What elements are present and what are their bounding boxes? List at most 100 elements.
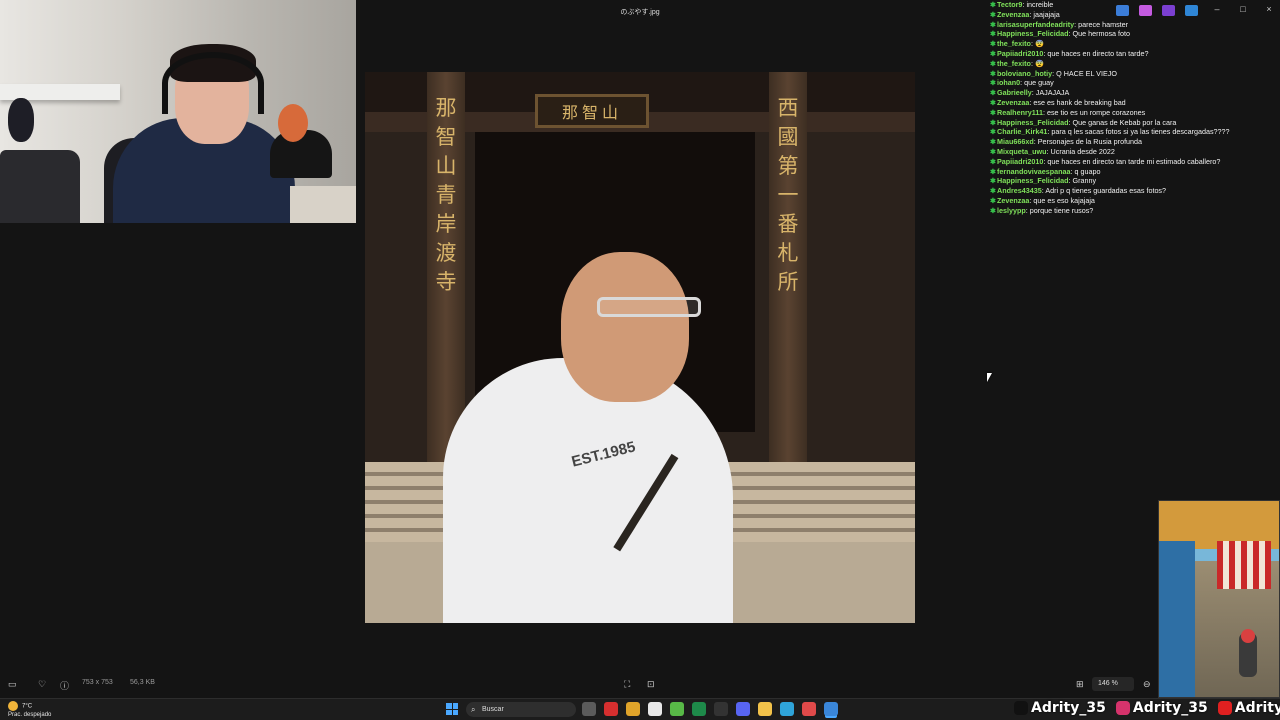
stream-chat: ✱Tector9: increible ✱Zevenzaa: jaajajaja ✱…: [990, 0, 1270, 216]
task-view-icon[interactable]: [582, 702, 596, 716]
chat-text: Ucrania desde 2022: [1050, 146, 1115, 156]
chat-text: Granny: [1072, 176, 1097, 186]
folder-icon[interactable]: [758, 702, 772, 716]
chat-text: Que hermosa foto: [1072, 29, 1131, 39]
chat-username[interactable]: Andres43435: [997, 186, 1042, 195]
zoom-out-icon[interactable]: ⊖: [1143, 679, 1151, 690]
social-youtube: Adrity35: [1217, 700, 1280, 716]
start-button[interactable]: [446, 703, 458, 715]
chat-username[interactable]: Tector9: [997, 0, 1022, 9]
weather-widget[interactable]: 7°C Prac. despejado: [8, 701, 51, 719]
search-placeholder: Buscar: [482, 706, 504, 713]
chat-message: ✱the_fexito: 😨: [990, 59, 1270, 69]
glasses: [597, 297, 701, 317]
fit-icon[interactable]: ⊡: [647, 679, 655, 690]
chat-username[interactable]: Papiiadri2010: [997, 49, 1043, 58]
left-column-text: 那智山青岸渡寺: [435, 96, 457, 294]
chat-text: jaajajaja: [1033, 9, 1060, 19]
capcut-icon[interactable]: [714, 702, 728, 716]
chat-username[interactable]: Happiness_Felicidad: [997, 29, 1069, 38]
mouse-cursor: [987, 373, 992, 382]
chat-text: que es eso kajajaja: [1033, 195, 1095, 205]
photo-viewer-window: のぶやす.jpg – □ × 那智山 那智山青岸渡寺 西國第一番札所 EST.1…: [0, 0, 1280, 698]
file-icon[interactable]: [648, 702, 662, 716]
person-face: [561, 252, 689, 402]
chat-username[interactable]: iohan0: [997, 78, 1020, 87]
tiktok-icon: [1014, 701, 1028, 715]
fullscreen-icon[interactable]: ⛶: [624, 679, 630, 690]
chat-text: q guapo: [1074, 166, 1101, 176]
headset: [162, 52, 264, 114]
chat-username[interactable]: Happiness_Felicidad: [997, 118, 1069, 127]
chat-text: ese tio es un rompe corazones: [1046, 107, 1146, 117]
image-dimensions: 753 x 753: [82, 679, 113, 686]
chat-username[interactable]: the_fexito: [997, 39, 1031, 48]
chair: [0, 150, 80, 223]
chat-message: ✱Happiness_Felicidad: Que ganas de Kebab…: [990, 118, 1270, 128]
actual-size-icon[interactable]: ⊞: [1076, 679, 1084, 690]
chat-username[interactable]: Gabrieelly: [997, 88, 1032, 97]
chat-username[interactable]: Zevenzaa: [997, 10, 1029, 19]
social-handle: Adrity35: [1234, 700, 1280, 716]
opera-icon[interactable]: [604, 702, 618, 716]
chat-text: Que ganas de Kebab por la cara: [1072, 117, 1177, 127]
chat-message: ✱Andres43435: Adri p q tienes guardadas …: [990, 186, 1270, 196]
chat-message: ✱Papiiadri2010: que haces en directo tan…: [990, 157, 1270, 167]
info-icon[interactable]: ⓘ: [60, 679, 69, 692]
chat-username[interactable]: the_fexito: [997, 59, 1031, 68]
chat-message: ✱iohan0: que guay: [990, 78, 1270, 88]
sub-badge-icon: ✱: [990, 207, 996, 215]
chat-username[interactable]: fernandovivaespanaa: [997, 167, 1071, 176]
chat-message: ✱fernandovivaespanaa: q guapo: [990, 167, 1270, 177]
excel-icon[interactable]: [692, 702, 706, 716]
chat-username[interactable]: larisasuperfandeadrity: [997, 20, 1074, 29]
zoom-select[interactable]: 146 %: [1092, 677, 1134, 691]
chat-text: que haces en directo tan tarde mi estima…: [1047, 156, 1221, 166]
taskbar-search[interactable]: ⌕ Buscar: [466, 702, 576, 717]
chrome-icon[interactable]: [626, 702, 640, 716]
chat-text: Q HACE EL VIEJO: [1056, 68, 1117, 78]
discord-icon[interactable]: [736, 702, 750, 716]
chat-text: que haces en directo tan tarde?: [1047, 48, 1149, 58]
edge-icon[interactable]: [780, 702, 794, 716]
chat-username[interactable]: Zevenzaa: [997, 98, 1029, 107]
game-train: [1159, 541, 1195, 697]
xbox-icon[interactable]: [670, 702, 684, 716]
chat-username[interactable]: Charlie_Kirk41: [997, 127, 1047, 136]
social-handle: Adrity_35: [1031, 700, 1106, 716]
desk: [290, 186, 356, 223]
temple-plaque: 那智山: [535, 94, 649, 128]
favorite-icon[interactable]: ♡: [38, 679, 46, 690]
game-runner-head: [1241, 629, 1255, 643]
game-overlay: [1158, 500, 1280, 698]
figure-head: [278, 104, 308, 142]
social-instagram: Adrity_35: [1115, 700, 1208, 716]
chat-username[interactable]: Mixqueta_uwu: [997, 147, 1047, 156]
chat-text: para q les sacas fotos si ya las tienes …: [1051, 127, 1230, 137]
chat-username[interactable]: Happiness_Felicidad: [997, 176, 1069, 185]
right-column-text: 西國第一番札所: [777, 96, 799, 294]
chat-message: ✱Zevenzaa: que es eso kajajaja: [990, 196, 1270, 206]
file-size: 56,3 KB: [130, 679, 155, 686]
chat-message: ✱Happiness_Felicidad: Que hermosa foto: [990, 29, 1270, 39]
chat-message: ✱larisasuperfandeadrity: parece hamster: [990, 20, 1270, 30]
chat-username[interactable]: leslyypp: [997, 206, 1026, 215]
person-shirt: [443, 358, 733, 623]
chat-username[interactable]: Miau666xd: [997, 137, 1034, 146]
chat-username[interactable]: Zevenzaa: [997, 196, 1029, 205]
chat-message: ✱Tector9: increible: [990, 0, 1270, 10]
chat-message: ✱the_fexito: 😨: [990, 39, 1270, 49]
chat-username[interactable]: boloviano_hotiy: [997, 69, 1052, 78]
chat-message: ✱Zevenzaa: jaajajaja: [990, 10, 1270, 20]
chat-message: ✱boloviano_hotiy: Q HACE EL VIEJO: [990, 69, 1270, 79]
game-barrier: [1217, 541, 1271, 589]
photos-icon[interactable]: [824, 702, 838, 716]
chat-text: porque tiene rusos?: [1029, 205, 1094, 215]
chat-username[interactable]: Papiiadri2010: [997, 157, 1043, 166]
chat-text: 😨: [1034, 39, 1044, 49]
chrome2-icon[interactable]: [802, 702, 816, 716]
chat-username[interactable]: Realhenry111: [997, 108, 1043, 117]
displayed-photo[interactable]: 那智山 那智山青岸渡寺 西國第一番札所 EST.1985: [365, 72, 915, 623]
filmstrip-icon[interactable]: ▭: [8, 679, 17, 690]
chat-text: que guay: [1024, 78, 1054, 88]
